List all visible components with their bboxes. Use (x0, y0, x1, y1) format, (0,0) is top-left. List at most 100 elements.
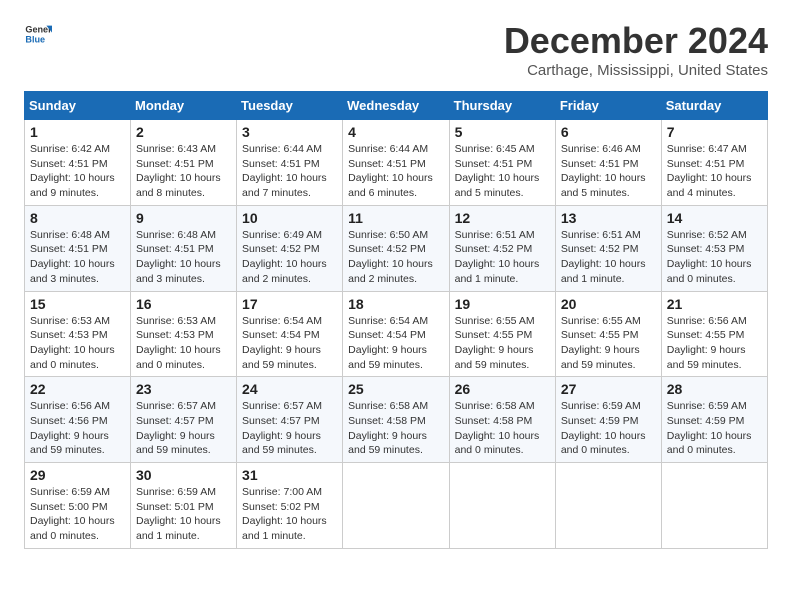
calendar-cell: 5 Sunrise: 6:45 AM Sunset: 4:51 PM Daylig… (449, 120, 555, 206)
subtitle: Carthage, Mississippi, United States (504, 62, 768, 79)
day-number: 21 (667, 296, 762, 312)
day-number: 29 (30, 467, 125, 483)
day-number: 27 (561, 381, 656, 397)
day-info: Sunrise: 6:44 AM Sunset: 4:51 PM Dayligh… (348, 142, 443, 201)
calendar-cell: 20 Sunrise: 6:55 AM Sunset: 4:55 PM Dayli… (555, 291, 661, 377)
day-info: Sunrise: 6:48 AM Sunset: 4:51 PM Dayligh… (30, 228, 125, 287)
calendar-week-2: 8 Sunrise: 6:48 AM Sunset: 4:51 PM Daylig… (25, 205, 768, 291)
day-number: 3 (242, 124, 337, 140)
calendar-cell: 26 Sunrise: 6:58 AM Sunset: 4:58 PM Dayli… (449, 377, 555, 463)
day-info: Sunrise: 6:45 AM Sunset: 4:51 PM Dayligh… (455, 142, 550, 201)
calendar-cell: 25Sunrise: 6:58 AM Sunset: 4:58 PM Dayli… (343, 377, 449, 463)
calendar-cell: 30Sunrise: 6:59 AM Sunset: 5:01 PM Dayli… (131, 463, 237, 549)
day-info: Sunrise: 6:51 AM Sunset: 4:52 PM Dayligh… (455, 228, 550, 287)
title-area: December 2024 Carthage, Mississippi, Uni… (504, 20, 768, 79)
calendar-week-5: 29Sunrise: 6:59 AM Sunset: 5:00 PM Dayli… (25, 463, 768, 549)
calendar-cell: 23Sunrise: 6:57 AM Sunset: 4:57 PM Dayli… (131, 377, 237, 463)
calendar-cell: 4 Sunrise: 6:44 AM Sunset: 4:51 PM Daylig… (343, 120, 449, 206)
calendar-cell: 14 Sunrise: 6:52 AM Sunset: 4:53 PM Dayli… (661, 205, 767, 291)
day-info: Sunrise: 6:59 AM Sunset: 4:59 PM Dayligh… (561, 399, 656, 458)
header-day-monday: Monday (131, 92, 237, 120)
day-number: 19 (455, 296, 550, 312)
day-info: Sunrise: 6:42 AM Sunset: 4:51 PM Dayligh… (30, 142, 125, 201)
header-day-friday: Friday (555, 92, 661, 120)
calendar-header-row: SundayMondayTuesdayWednesdayThursdayFrid… (25, 92, 768, 120)
day-info: Sunrise: 6:55 AM Sunset: 4:55 PM Dayligh… (561, 314, 656, 373)
calendar-cell (555, 463, 661, 549)
calendar-week-3: 15 Sunrise: 6:53 AM Sunset: 4:53 PM Dayli… (25, 291, 768, 377)
day-info: Sunrise: 6:57 AM Sunset: 4:57 PM Dayligh… (242, 399, 337, 458)
day-info: Sunrise: 6:56 AM Sunset: 4:56 PM Dayligh… (30, 399, 125, 458)
day-info: Sunrise: 6:46 AM Sunset: 4:51 PM Dayligh… (561, 142, 656, 201)
day-number: 7 (667, 124, 762, 140)
header-day-saturday: Saturday (661, 92, 767, 120)
calendar-cell: 6 Sunrise: 6:46 AM Sunset: 4:51 PM Daylig… (555, 120, 661, 206)
calendar-week-4: 22 Sunrise: 6:56 AM Sunset: 4:56 PM Dayli… (25, 377, 768, 463)
day-number: 20 (561, 296, 656, 312)
day-number: 22 (30, 381, 125, 397)
main-title: December 2024 (504, 20, 768, 62)
calendar-cell: 2Sunrise: 6:43 AM Sunset: 4:51 PM Daylig… (131, 120, 237, 206)
header-day-sunday: Sunday (25, 92, 131, 120)
day-info: Sunrise: 6:48 AM Sunset: 4:51 PM Dayligh… (136, 228, 231, 287)
day-number: 4 (348, 124, 443, 140)
day-number: 28 (667, 381, 762, 397)
day-number: 12 (455, 210, 550, 226)
day-info: Sunrise: 6:47 AM Sunset: 4:51 PM Dayligh… (667, 142, 762, 201)
day-number: 5 (455, 124, 550, 140)
calendar-cell: 19 Sunrise: 6:55 AM Sunset: 4:55 PM Dayli… (449, 291, 555, 377)
calendar-cell (661, 463, 767, 549)
calendar-cell: 3Sunrise: 6:44 AM Sunset: 4:51 PM Daylig… (237, 120, 343, 206)
header-day-thursday: Thursday (449, 92, 555, 120)
day-number: 31 (242, 467, 337, 483)
day-number: 25 (348, 381, 443, 397)
calendar-cell: 11 Sunrise: 6:50 AM Sunset: 4:52 PM Dayli… (343, 205, 449, 291)
logo: General Blue (24, 20, 52, 48)
day-info: Sunrise: 6:59 AM Sunset: 5:01 PM Dayligh… (136, 485, 231, 544)
day-number: 17 (242, 296, 337, 312)
calendar-cell: 22 Sunrise: 6:56 AM Sunset: 4:56 PM Dayli… (25, 377, 131, 463)
calendar-cell: 15 Sunrise: 6:53 AM Sunset: 4:53 PM Dayli… (25, 291, 131, 377)
day-info: Sunrise: 6:59 AM Sunset: 4:59 PM Dayligh… (667, 399, 762, 458)
day-info: Sunrise: 6:54 AM Sunset: 4:54 PM Dayligh… (348, 314, 443, 373)
calendar-cell: 31Sunrise: 7:00 AM Sunset: 5:02 PM Dayli… (237, 463, 343, 549)
day-info: Sunrise: 6:55 AM Sunset: 4:55 PM Dayligh… (455, 314, 550, 373)
calendar-cell: 27 Sunrise: 6:59 AM Sunset: 4:59 PM Dayli… (555, 377, 661, 463)
calendar-cell: 16 Sunrise: 6:53 AM Sunset: 4:53 PM Dayli… (131, 291, 237, 377)
day-number: 16 (136, 296, 231, 312)
day-number: 26 (455, 381, 550, 397)
day-number: 14 (667, 210, 762, 226)
calendar-cell: 10 Sunrise: 6:49 AM Sunset: 4:52 PM Dayli… (237, 205, 343, 291)
calendar-cell (343, 463, 449, 549)
day-number: 8 (30, 210, 125, 226)
calendar-cell: 21Sunrise: 6:56 AM Sunset: 4:55 PM Dayli… (661, 291, 767, 377)
calendar-week-1: 1Sunrise: 6:42 AM Sunset: 4:51 PM Daylig… (25, 120, 768, 206)
calendar-cell: 13Sunrise: 6:51 AM Sunset: 4:52 PM Dayli… (555, 205, 661, 291)
calendar-table: SundayMondayTuesdayWednesdayThursdayFrid… (24, 91, 768, 549)
calendar-cell: 1Sunrise: 6:42 AM Sunset: 4:51 PM Daylig… (25, 120, 131, 206)
day-info: Sunrise: 6:57 AM Sunset: 4:57 PM Dayligh… (136, 399, 231, 458)
day-number: 24 (242, 381, 337, 397)
day-number: 2 (136, 124, 231, 140)
calendar-cell: 12 Sunrise: 6:51 AM Sunset: 4:52 PM Dayli… (449, 205, 555, 291)
day-info: Sunrise: 6:53 AM Sunset: 4:53 PM Dayligh… (136, 314, 231, 373)
svg-text:Blue: Blue (25, 34, 45, 44)
day-number: 6 (561, 124, 656, 140)
day-number: 11 (348, 210, 443, 226)
day-info: Sunrise: 6:49 AM Sunset: 4:52 PM Dayligh… (242, 228, 337, 287)
calendar-cell: 24 Sunrise: 6:57 AM Sunset: 4:57 PM Dayli… (237, 377, 343, 463)
day-info: Sunrise: 6:52 AM Sunset: 4:53 PM Dayligh… (667, 228, 762, 287)
day-number: 18 (348, 296, 443, 312)
calendar-cell: 8 Sunrise: 6:48 AM Sunset: 4:51 PM Daylig… (25, 205, 131, 291)
day-number: 10 (242, 210, 337, 226)
calendar-cell: 28 Sunrise: 6:59 AM Sunset: 4:59 PM Dayli… (661, 377, 767, 463)
header-day-tuesday: Tuesday (237, 92, 343, 120)
day-info: Sunrise: 6:58 AM Sunset: 4:58 PM Dayligh… (455, 399, 550, 458)
calendar-cell: 7 Sunrise: 6:47 AM Sunset: 4:51 PM Daylig… (661, 120, 767, 206)
calendar-cell (449, 463, 555, 549)
day-info: Sunrise: 6:53 AM Sunset: 4:53 PM Dayligh… (30, 314, 125, 373)
day-number: 9 (136, 210, 231, 226)
logo-icon: General Blue (24, 20, 52, 48)
day-number: 15 (30, 296, 125, 312)
day-info: Sunrise: 6:50 AM Sunset: 4:52 PM Dayligh… (348, 228, 443, 287)
